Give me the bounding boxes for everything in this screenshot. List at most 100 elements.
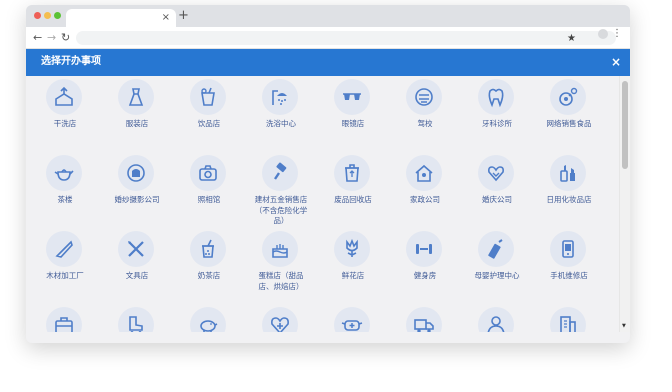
minimize-window-button[interactable]	[44, 12, 51, 19]
business-type-list: 干洗店 服装店 饮品店 洗浴中心 眼镜店 驾校 牙科诊所 网络销售食品茶楼 婚纱摄影公司 照相馆 建…	[26, 76, 630, 332]
business-item-label: 鲜花店	[341, 271, 365, 280]
business-item-label: 洗浴中心	[266, 119, 296, 128]
business-item[interactable]: 眼镜店	[317, 76, 389, 152]
heart-hands-icon	[478, 155, 514, 191]
modal-title: 选择开办事项	[41, 56, 101, 67]
business-item[interactable]	[317, 304, 389, 332]
business-item-label: 眼镜店	[341, 119, 365, 128]
business-item-label: 建材五金销售店（不含危险化学品）	[254, 195, 308, 225]
business-item[interactable]	[533, 304, 605, 332]
business-item[interactable]: 母婴护理中心	[461, 228, 533, 304]
business-item-label: 日用化妆品店	[546, 195, 592, 204]
business-item[interactable]: 洗浴中心	[245, 76, 317, 152]
business-item-label: 饮品店	[197, 119, 221, 128]
business-item-label: 奶茶店	[197, 271, 221, 280]
business-item-label: 婚庆公司	[482, 195, 512, 204]
business-item[interactable]: 蛋糕店（甜品店、烘焙店）	[245, 228, 317, 304]
mask-icon	[334, 307, 370, 332]
business-item[interactable]: 奶茶店	[173, 228, 245, 304]
close-window-button[interactable]	[34, 12, 41, 19]
business-item[interactable]: 日用化妆品店	[533, 152, 605, 228]
business-item-label: 茶楼	[57, 195, 73, 204]
business-item[interactable]: 照相馆	[173, 152, 245, 228]
back-arrow-icon[interactable]: ←	[33, 30, 42, 46]
recycle-bin-icon	[334, 155, 370, 191]
new-tab-button[interactable]: +	[178, 7, 189, 25]
business-item[interactable]: 驾校	[389, 76, 461, 152]
business-item-label: 照相馆	[197, 195, 221, 204]
maximize-window-button[interactable]	[54, 12, 61, 19]
dumbbell-icon	[406, 231, 442, 267]
business-item[interactable]: 文具店	[101, 228, 173, 304]
phone-repair-icon	[550, 231, 586, 267]
modal-close-icon[interactable]: ×	[611, 54, 621, 70]
business-item-label: 母婴护理中心	[474, 271, 520, 280]
driving-school-icon	[406, 79, 442, 115]
dress-icon	[118, 79, 154, 115]
business-item[interactable]	[29, 304, 101, 332]
business-item[interactable]: 木材加工厂	[29, 228, 101, 304]
business-item-label: 婚纱摄影公司	[114, 195, 160, 204]
flower-icon	[334, 231, 370, 267]
cake-icon	[262, 231, 298, 267]
business-item[interactable]: 茶楼	[29, 152, 101, 228]
business-item[interactable]: 鲜花店	[317, 228, 389, 304]
business-item[interactable]	[173, 304, 245, 332]
business-item[interactable]: 牙科诊所	[461, 76, 533, 152]
business-item[interactable]: 服装店	[101, 76, 173, 152]
tooth-icon	[478, 79, 514, 115]
business-item[interactable]: 健身房	[389, 228, 461, 304]
tool-box-icon	[46, 307, 82, 332]
business-item[interactable]: 家政公司	[389, 152, 461, 228]
reload-icon[interactable]: ↻	[61, 30, 70, 46]
house-icon	[406, 155, 442, 191]
teapot-icon	[46, 155, 82, 191]
scroll-down-arrow-icon[interactable]: ▼	[622, 324, 626, 329]
business-item[interactable]	[461, 304, 533, 332]
medical-heart-icon	[262, 307, 298, 332]
online-food-icon	[550, 79, 586, 115]
scrollbar[interactable]: ▼	[619, 76, 630, 332]
roller-skate-icon	[118, 307, 154, 332]
laundry-icon	[46, 79, 82, 115]
forward-arrow-icon[interactable]: →	[47, 30, 56, 46]
business-item[interactable]: 手机维修店	[533, 228, 605, 304]
business-item[interactable]	[245, 304, 317, 332]
business-item[interactable]: 废品回收店	[317, 152, 389, 228]
browser-tab[interactable]: ×	[66, 9, 176, 27]
business-item-label: 网络销售食品	[546, 119, 592, 128]
menu-kebab-icon[interactable]: ⋮	[612, 28, 622, 40]
scrollbar-thumb[interactable]	[622, 81, 628, 169]
business-item-label: 服装店	[125, 119, 149, 128]
business-item[interactable]: 婚纱摄影公司	[101, 152, 173, 228]
bookmark-star-icon[interactable]: ★	[567, 33, 576, 45]
business-item[interactable]: 干洗店	[29, 76, 101, 152]
business-item[interactable]	[101, 304, 173, 332]
shower-icon	[262, 79, 298, 115]
business-item[interactable]: 建材五金销售店（不含危险化学品）	[245, 152, 317, 228]
milk-tea-icon	[190, 231, 226, 267]
business-item[interactable]	[389, 304, 461, 332]
business-item[interactable]: 饮品店	[173, 76, 245, 152]
tab-close-icon[interactable]: ×	[162, 10, 170, 26]
business-item-label: 健身房	[413, 271, 437, 280]
browser-window: × + ← → ↻ ★ ⋮ 选择开办事项 × 干洗店 服装店 饮品店 洗浴中心 眼镜店 驾…	[26, 5, 630, 343]
address-bar[interactable]: ★	[76, 31, 616, 45]
paint-roller-icon	[262, 155, 298, 191]
glasses-icon	[334, 79, 370, 115]
business-item-label: 蛋糕店（甜品店、烘焙店）	[258, 271, 304, 291]
building-icon	[550, 307, 586, 332]
saw-icon	[46, 231, 82, 267]
profile-avatar[interactable]	[598, 29, 608, 39]
stationery-icon	[118, 231, 154, 267]
piggy-bank-icon	[190, 307, 226, 332]
business-item[interactable]: 网络销售食品	[533, 76, 605, 152]
cosmetics-icon	[550, 155, 586, 191]
modal-header: 选择开办事项 ×	[26, 49, 630, 76]
truck-icon	[406, 307, 442, 332]
wedding-photo-icon	[118, 155, 154, 191]
business-item-label: 木材加工厂	[46, 271, 84, 280]
business-item[interactable]: 婚庆公司	[461, 152, 533, 228]
baby-bottle-icon	[478, 231, 514, 267]
business-item-label: 牙科诊所	[482, 119, 512, 128]
